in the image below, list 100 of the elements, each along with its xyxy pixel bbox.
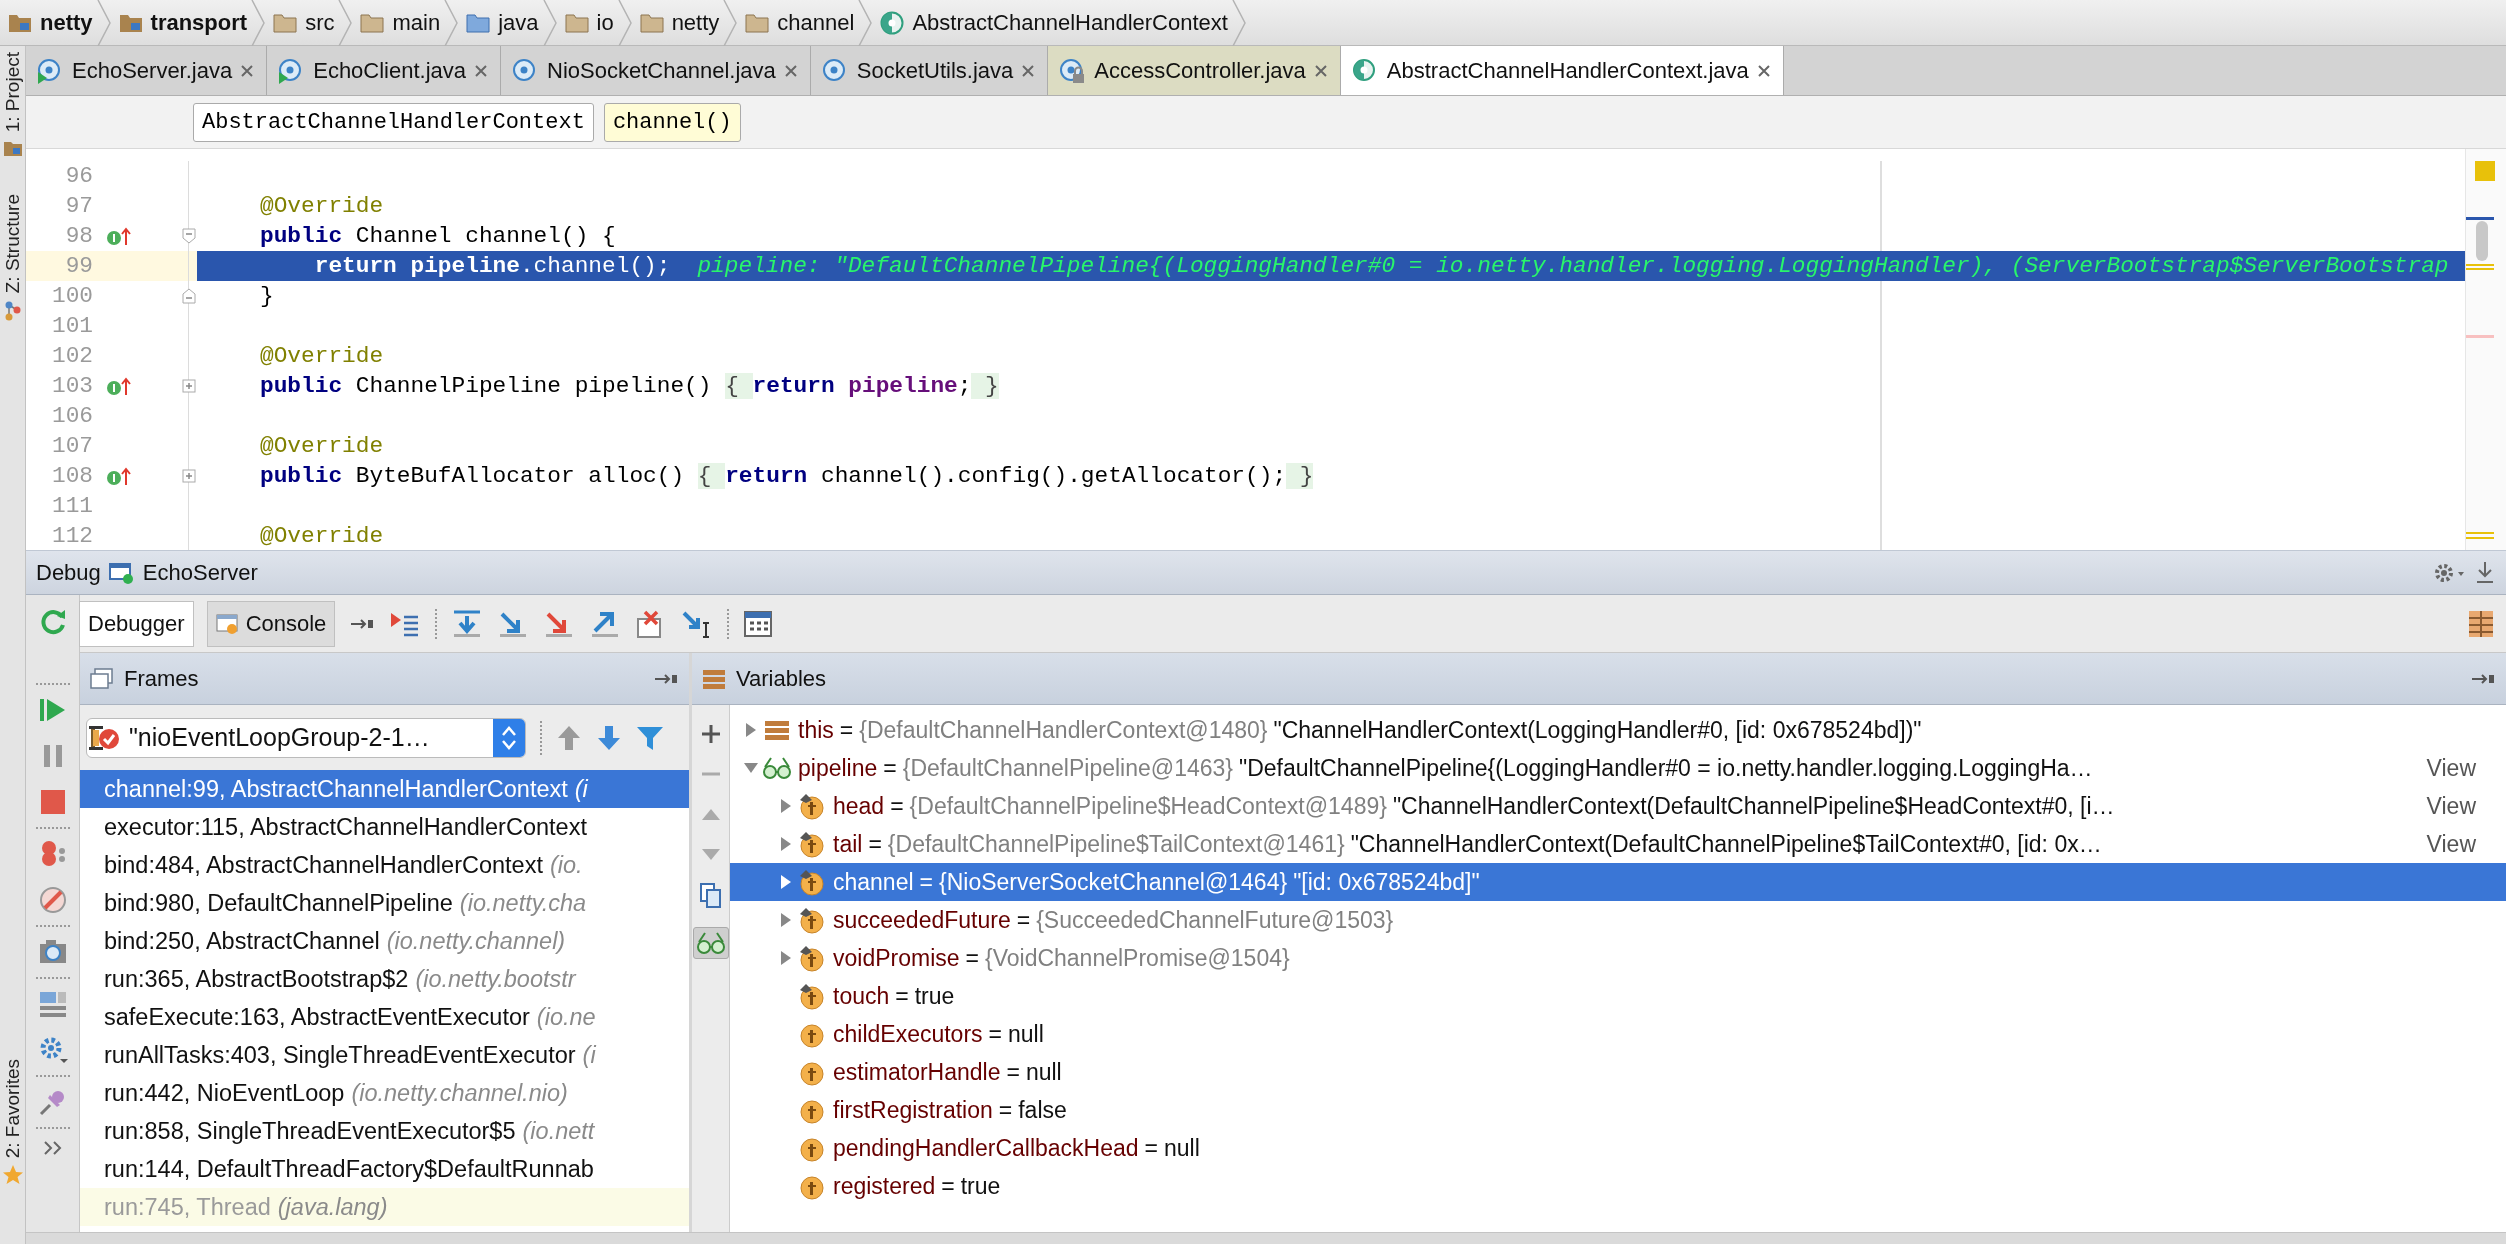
variable-name[interactable]: succeededFuture	[833, 906, 1011, 934]
breadcrumb-item[interactable]: java	[498, 9, 539, 36]
restore-layout-icon[interactable]	[2466, 608, 2496, 639]
glasses-icon[interactable]	[692, 927, 729, 959]
add-icon[interactable]	[699, 723, 722, 745]
variable-value: null	[1008, 1020, 1044, 1048]
variable-name[interactable]: firstRegistration	[833, 1096, 993, 1124]
breadcrumb-item[interactable]: transport	[150, 9, 248, 36]
stack-frame[interactable]: safeExecute:163, AbstractEventExecutor (io.ne	[80, 998, 689, 1036]
stack-frame[interactable]: bind:980, DefaultChannelPipeline (io.netty.cha	[80, 884, 689, 922]
variable-name[interactable]: estimatorHandle	[833, 1058, 1001, 1086]
collapsed-arrow-icon[interactable]	[780, 874, 792, 890]
collapsed-arrow-icon[interactable]	[780, 798, 792, 814]
view-link[interactable]: View	[2426, 754, 2476, 782]
editor-tab[interactable]: NioSocketChannel.java	[501, 46, 811, 95]
mute-breakpoints-icon[interactable]	[37, 885, 68, 915]
variable-value: true	[960, 1172, 1001, 1200]
copy-icon[interactable]	[699, 883, 722, 909]
variable-name[interactable]: head	[833, 792, 885, 820]
editor-tab[interactable]: SocketUtils.java	[810, 46, 1049, 95]
layout-icon[interactable]	[37, 989, 68, 1019]
close-icon[interactable]	[783, 63, 798, 78]
assign-operator: =	[868, 830, 882, 858]
stack-frame[interactable]: executor:115, AbstractChannelHandlerContext	[80, 808, 689, 846]
folded-code[interactable]: {	[697, 463, 726, 489]
stack-frame[interactable]: run:144, DefaultThreadFactory$DefaultRunnab	[80, 1150, 689, 1188]
scrollbar-thumb[interactable]	[2476, 221, 2488, 261]
close-icon[interactable]	[1313, 63, 1328, 78]
fold-icon[interactable]	[182, 288, 196, 304]
assign-operator: =	[883, 754, 897, 782]
variable-value: "DefaultChannelPipeline{(LoggingHandler#0 = io.netty.handler.logging.LoggingHa…	[1239, 754, 2093, 782]
glasses-icon	[762, 755, 792, 781]
tool-window-button[interactable]: 1: Project	[1, 52, 24, 133]
stripe-marker[interactable]	[2466, 532, 2494, 539]
stripe-marker[interactable]	[2466, 264, 2494, 270]
navigation-item[interactable]: channel()	[603, 102, 741, 142]
gutter-marker-icon[interactable]	[106, 225, 132, 247]
breadcrumb-item[interactable]: AbstractChannelHandlerContext	[912, 9, 1228, 36]
stripe-marker[interactable]	[2466, 335, 2494, 338]
stack-frame[interactable]: channel:99, AbstractChannelHandlerContext (i	[80, 770, 689, 808]
expanded-arrow-icon[interactable]	[743, 762, 759, 774]
tool-window-button[interactable]: 2: Favorites	[1, 1058, 24, 1158]
line-number: 112	[50, 522, 94, 550]
variable-name[interactable]: channel	[833, 868, 914, 896]
breadcrumb-item[interactable]: io	[596, 9, 614, 36]
editor-tab[interactable]: EchoClient.java	[267, 46, 502, 95]
hide-icon[interactable]	[2474, 559, 2496, 586]
stack-frame[interactable]: bind:250, AbstractChannel (io.netty.channel)	[80, 922, 689, 960]
gutter-marker-icon[interactable]	[106, 465, 132, 487]
stack-frame[interactable]: run:442, NioEventLoop (io.netty.channel.nio)	[80, 1074, 689, 1112]
editor-tab[interactable]: EchoServer.java	[26, 46, 268, 95]
stack-frame[interactable]: run:858, SingleThreadEventExecutor$5 (io.nett	[80, 1112, 689, 1150]
close-icon[interactable]	[1021, 63, 1036, 78]
collapsed-arrow-icon[interactable]	[780, 836, 792, 852]
stack-frame[interactable]: bind:484, AbstractChannelHandlerContext (io.	[80, 846, 689, 884]
fold-icon[interactable]	[182, 228, 196, 244]
unfold-icon[interactable]	[182, 469, 196, 483]
line-number: 106	[50, 402, 94, 431]
variable-name[interactable]: this	[798, 716, 834, 744]
variable-name[interactable]: childExecutors	[833, 1020, 983, 1048]
more-icon[interactable]	[41, 1139, 64, 1157]
close-icon[interactable]	[474, 63, 489, 78]
variable-type: {DefaultChannelPipeline@1463}	[902, 754, 1233, 782]
debugger-tab[interactable]: Console	[206, 600, 336, 647]
variable-name[interactable]: registered	[833, 1172, 936, 1200]
collapsed-arrow-icon[interactable]	[780, 950, 792, 966]
collapsed-arrow-icon[interactable]	[780, 912, 792, 928]
stripe-marker[interactable]	[2466, 217, 2494, 220]
folded-code[interactable]: }	[971, 373, 999, 399]
navigation-item[interactable]: AbstractChannelHandlerContext	[193, 102, 594, 142]
breadcrumb-item[interactable]: src	[305, 9, 335, 36]
variable-name[interactable]: tail	[833, 830, 863, 858]
variable-type: {DefaultChannelPipeline$HeadContext@1489}	[909, 792, 1387, 820]
view-link[interactable]: View	[2426, 830, 2476, 858]
close-icon[interactable]	[240, 63, 255, 78]
tool-window-button[interactable]: Z: Structure	[1, 194, 24, 294]
gutter-marker-icon[interactable]	[106, 375, 132, 397]
stack-frame[interactable]: runAllTasks:403, SingleThreadEventExecutor (i	[80, 1036, 689, 1074]
variable-name[interactable]: voidPromise	[833, 944, 960, 972]
debugger-tab[interactable]: Debugger	[79, 600, 194, 647]
field-icon	[798, 868, 826, 896]
breadcrumb-item[interactable]: main	[392, 9, 441, 36]
unfold-icon[interactable]	[182, 379, 196, 393]
variable-name[interactable]: touch	[833, 982, 890, 1010]
close-icon[interactable]	[1756, 63, 1771, 78]
breadcrumb-item[interactable]: channel	[777, 9, 855, 36]
breadcrumb-item[interactable]: netty	[671, 9, 720, 36]
collapsed-arrow-icon[interactable]	[745, 722, 757, 738]
thread-dropdown[interactable]: "nioEventLoopGroup-2-1…	[86, 717, 526, 758]
folded-code[interactable]: {	[725, 373, 753, 399]
editor-tab[interactable]: AbstractChannelHandlerContext.java	[1340, 46, 1784, 95]
view-link[interactable]: View	[2426, 792, 2476, 820]
variable-name[interactable]: pendingHandlerCallbackHead	[833, 1134, 1139, 1162]
variable-name[interactable]: pipeline	[798, 754, 878, 782]
stack-frame[interactable]: run:365, AbstractBootstrap$2 (io.netty.bootstr	[80, 960, 689, 998]
breadcrumb-item[interactable]: netty	[40, 9, 93, 36]
folded-code[interactable]: }	[1286, 463, 1314, 489]
editor-tab[interactable]: AccessController.java	[1048, 46, 1341, 95]
down-arrow-icon[interactable]	[596, 723, 622, 752]
evaluate-icon[interactable]	[743, 609, 774, 638]
